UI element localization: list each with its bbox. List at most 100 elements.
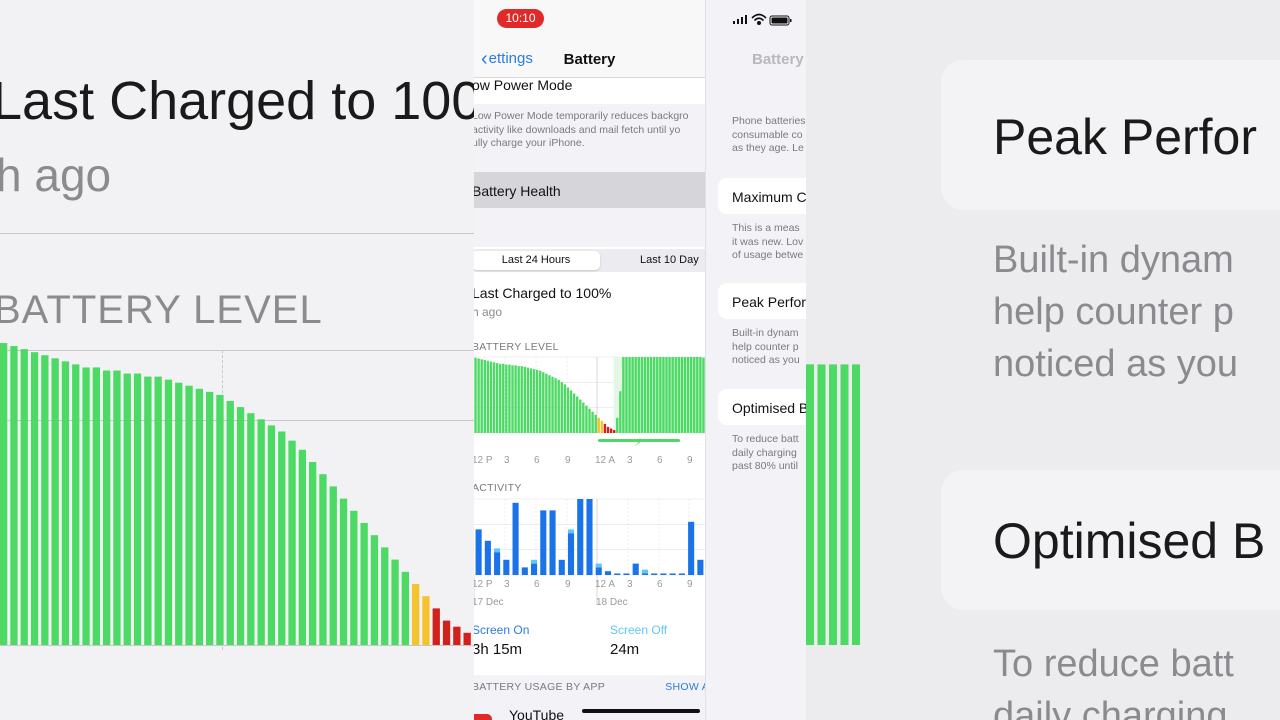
- bg-bar: [20, 349, 28, 645]
- time-range-segmented-control: Last 24 Hours Last 10 Day: [474, 247, 705, 275]
- battery-bar: [566, 387, 570, 433]
- optimised-charging-label: Optimised B: [732, 400, 806, 416]
- app-name: YouTube: [509, 707, 565, 720]
- bg-opt-body-1: To reduce batt: [993, 643, 1234, 685]
- segment-last-24-hours[interactable]: Last 24 Hours: [474, 251, 600, 270]
- bg-bar: [381, 547, 389, 645]
- bg-bar: [319, 474, 327, 645]
- segment-last-10-days[interactable]: Last 10 Day: [640, 251, 699, 270]
- activity-bar: [512, 502, 519, 575]
- axis-tick: 6: [534, 455, 540, 466]
- battery-bar: [539, 370, 542, 433]
- bg-bar: [82, 367, 90, 645]
- maximum-capacity-row[interactable]: Maximum C: [718, 178, 806, 214]
- battery-bar: [696, 357, 699, 433]
- max-note-1: This is a meas: [732, 222, 800, 234]
- wifi-icon: [751, 13, 767, 25]
- battery-bar: [582, 402, 585, 433]
- activity-bar: [632, 563, 639, 575]
- opt-note-1: To reduce batt: [732, 433, 799, 445]
- activity-bar: [577, 499, 584, 575]
- screen-on-value: 3h 15m: [474, 641, 523, 658]
- activity-bar: [558, 559, 565, 575]
- battery-bar: [649, 357, 653, 433]
- axis-tick: 3: [627, 579, 633, 590]
- bg-bar: [206, 391, 214, 645]
- axis-tick: 9: [565, 579, 571, 590]
- right-note-top-1: Phone batteries: [732, 115, 806, 127]
- battery-health-label: Battery Health: [474, 183, 561, 199]
- peak-note-3: noticed as you: [732, 354, 800, 366]
- youtube-app-icon: [474, 714, 492, 720]
- axis-tick: 12 P: [474, 455, 493, 466]
- bg-last-charged: Last Charged to 100%: [0, 71, 474, 131]
- background-right-zoom: Peak Perfor Built-in dynam help counter …: [806, 0, 1280, 720]
- battery-bar: [505, 364, 508, 433]
- activity-bar-screen-off: [641, 569, 648, 574]
- bg-bar: [840, 364, 849, 645]
- axis-tick: 6: [657, 579, 663, 590]
- date-label-2: 18 Dec: [596, 597, 628, 608]
- battery-bar: [652, 357, 656, 433]
- battery-bar: [606, 426, 610, 433]
- axis-tick: 3: [504, 579, 510, 590]
- screen-off-label: Screen Off: [610, 623, 668, 637]
- opt-note-3: past 80% until: [732, 460, 798, 472]
- optimised-charging-row[interactable]: Optimised B: [718, 389, 806, 425]
- bg-bar: [216, 394, 224, 645]
- activity-bar-screen-off: [531, 559, 538, 564]
- bg-bar: [41, 355, 49, 645]
- battery-bar: [523, 366, 527, 433]
- bg-bar: [247, 413, 255, 645]
- battery-level-label: BATTERY LEVEL: [474, 341, 559, 353]
- bg-bar: [154, 376, 162, 645]
- bg-bar: [412, 584, 420, 645]
- battery-bar: [498, 363, 502, 433]
- home-indicator[interactable]: [582, 709, 700, 713]
- battery-bar: [532, 369, 536, 433]
- signal-icon: [733, 15, 747, 24]
- bg-bar: [103, 370, 111, 645]
- status-icons: [733, 13, 792, 26]
- low-power-mode-row[interactable]: ow Power Mode: [474, 78, 705, 104]
- battery-health-row[interactable]: Battery Health: [474, 172, 705, 208]
- axis-tick: 12 A: [595, 579, 616, 590]
- bg-bar: [339, 498, 348, 645]
- status-bar: 10:10: [474, 0, 705, 45]
- battery-bar: [474, 357, 477, 433]
- status-time[interactable]: 10:10: [497, 9, 544, 28]
- battery-bar: [665, 357, 668, 433]
- battery-bar: [600, 420, 604, 433]
- battery-bar: [686, 357, 690, 433]
- battery-bar: [585, 405, 588, 433]
- battery-bar: [619, 391, 622, 433]
- right-note-top-3: as they age. Le: [732, 142, 804, 154]
- bg-bar: [463, 632, 471, 645]
- battery-bar: [603, 423, 607, 433]
- battery-bar: [594, 414, 597, 433]
- bg-bar: [226, 401, 234, 645]
- bg-bar: [10, 346, 18, 645]
- battery-bar: [495, 363, 499, 433]
- bg-bar: [350, 510, 358, 645]
- last-charged-ago: h ago: [474, 305, 503, 319]
- battery-bar: [671, 357, 674, 433]
- battery-bar: [569, 390, 573, 433]
- bg-bar: [829, 364, 837, 645]
- peak-note-2: help counter p: [732, 340, 799, 353]
- battery-bar: [631, 357, 634, 433]
- bg-opt-body-2: daily charging: [993, 695, 1228, 720]
- right-note-top-2: consumable co: [732, 128, 803, 141]
- battery-bar: [542, 372, 545, 433]
- bg-bar: [144, 376, 152, 645]
- bg-bar: [51, 358, 59, 645]
- peak-performance-row[interactable]: Peak Perform: [718, 283, 806, 319]
- show-all-button[interactable]: SHOW A: [665, 681, 705, 693]
- charging-bolt-icon: ⚡: [634, 436, 642, 449]
- activity-bar: [549, 510, 556, 575]
- battery-bar: [625, 357, 628, 433]
- battery-bar: [526, 367, 530, 433]
- activity-bar: [697, 559, 704, 575]
- battery-level-chart: ⚡: [474, 356, 705, 449]
- bg-opt-title: Optimised B: [993, 513, 1266, 569]
